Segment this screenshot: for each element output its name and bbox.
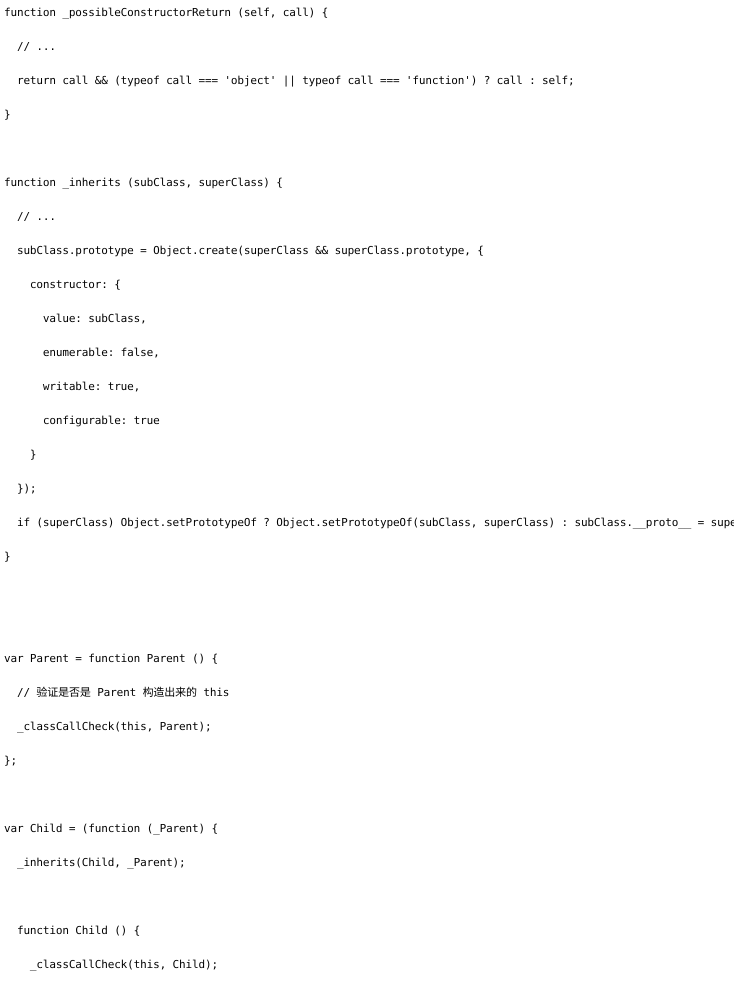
code-line: function Child () { xyxy=(4,924,141,937)
code-line: function _inherits (subClass, superClass… xyxy=(4,176,283,189)
code-line: } xyxy=(4,550,11,563)
code-line: _classCallCheck(this, Parent); xyxy=(4,720,212,733)
code-line: _classCallCheck(this, Child); xyxy=(4,958,218,971)
code-line: subClass.prototype = Object.create(super… xyxy=(4,244,484,257)
code-line: var Child = (function (_Parent) { xyxy=(4,822,218,835)
code-line: _inherits(Child, _Parent); xyxy=(4,856,186,869)
code-text-block[interactable]: function _possibleConstructorReturn (sel… xyxy=(4,4,734,1000)
code-line: var Parent = function Parent () { xyxy=(4,652,218,665)
code-line: writable: true, xyxy=(4,380,141,393)
code-line: return call && (typeof call === 'object'… xyxy=(4,74,575,87)
code-line: // ... xyxy=(4,210,56,223)
code-line: constructor: { xyxy=(4,278,121,291)
code-line: if (superClass) Object.setPrototypeOf ? … xyxy=(4,516,734,529)
code-line: function _possibleConstructorReturn (sel… xyxy=(4,6,329,19)
code-editor-surface[interactable]: function _possibleConstructorReturn (sel… xyxy=(0,0,734,971)
code-line: } xyxy=(4,448,37,461)
code-line: }); xyxy=(4,482,37,495)
code-line: // ... xyxy=(4,40,56,53)
code-line: }; xyxy=(4,754,17,767)
code-line: enumerable: false, xyxy=(4,346,160,359)
code-line: configurable: true xyxy=(4,414,160,427)
code-line: // 验证是否是 Parent 构造出来的 this xyxy=(4,686,230,699)
code-line: } xyxy=(4,108,11,121)
code-line: value: subClass, xyxy=(4,312,147,325)
